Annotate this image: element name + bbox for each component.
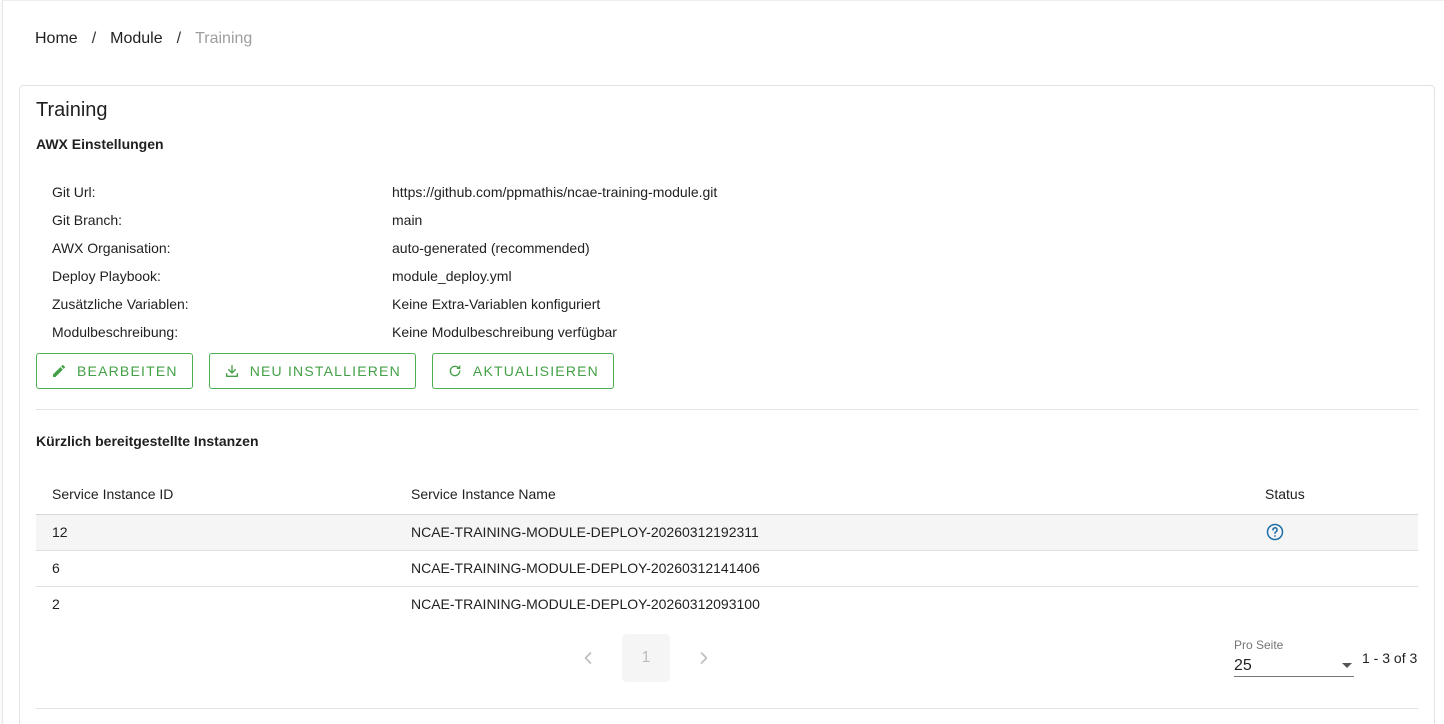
settings-key: Zusätzliche Variablen: <box>52 296 189 312</box>
settings-section-title: AWX Einstellungen <box>36 136 164 152</box>
per-page-label: Pro Seite <box>1234 638 1284 652</box>
breadcrumb-home[interactable]: Home <box>35 30 78 48</box>
download-icon <box>224 363 240 379</box>
settings-key: Git Branch: <box>52 212 123 228</box>
instances-table: Service Instance ID Service Instance Nam… <box>36 474 1418 622</box>
settings-key: AWX Organisation: <box>52 240 171 256</box>
settings-key: Git Url: <box>52 184 96 200</box>
table-row[interactable]: 2 NCAE-TRAINING-MODULE-DEPLOY-2026031209… <box>36 586 1418 622</box>
table-header-row: Service Instance ID Service Instance Nam… <box>36 474 1418 515</box>
settings-row-extra-variables: Zusätzliche Variablen: Keine Extra-Varia… <box>52 290 952 318</box>
per-page-value: 25 <box>1234 656 1252 674</box>
page-title: Training <box>36 99 108 121</box>
settings-row-deploy-playbook: Deploy Playbook: module_deploy.yml <box>52 262 952 290</box>
page-range-text: 1 - 3 of 3 <box>1362 650 1418 666</box>
reinstall-button-label: NEU INSTALLIEREN <box>249 363 401 379</box>
settings-row-module-description: Modulbeschreibung: Keine Modulbeschreibu… <box>52 318 952 346</box>
settings-row-git-url: Git Url: https://github.com/ppmathis/nca… <box>52 178 952 206</box>
section-divider <box>36 409 1418 410</box>
refresh-icon <box>447 363 463 379</box>
instances-section-title: Kürzlich bereitgestellte Instanzen <box>36 433 259 449</box>
pagination: 1 <box>576 634 716 682</box>
edit-button-label: BEARBEITEN <box>77 363 178 379</box>
breadcrumb-separator: / <box>176 30 182 47</box>
breadcrumb-separator: / <box>91 30 97 47</box>
prev-page-icon[interactable] <box>576 646 600 670</box>
app-frame: Home / Module / Training Training AWX Ei… <box>2 0 1444 724</box>
instance-id-cell: 12 <box>36 514 395 551</box>
instances-table-wrap: Service Instance ID Service Instance Nam… <box>36 474 1418 622</box>
per-page-select: Pro Seite 25 <box>1234 638 1354 677</box>
settings-row-awx-organisation: AWX Organisation: auto-generated (recomm… <box>52 234 952 262</box>
reinstall-button[interactable]: NEU INSTALLIEREN <box>208 353 416 389</box>
settings-value: main <box>392 212 423 228</box>
update-button-label: AKTUALISIEREN <box>472 363 599 379</box>
instance-id-cell: 2 <box>52 596 60 613</box>
instance-status-cell <box>1249 586 1418 622</box>
help-circle-icon[interactable] <box>1265 522 1285 542</box>
instance-name-cell: NCAE-TRAINING-MODULE-DEPLOY-202603120931… <box>411 596 760 613</box>
settings-value: Keine Modulbeschreibung verfügbar <box>392 324 617 340</box>
edit-button[interactable]: BEARBEITEN <box>36 353 193 389</box>
breadcrumb: Home / Module / Training <box>35 30 252 48</box>
instance-name-cell: NCAE-TRAINING-MODULE-DEPLOY-202603121923… <box>395 514 1249 551</box>
next-page-icon[interactable] <box>692 646 716 670</box>
column-header-name[interactable]: Service Instance Name <box>395 474 1249 515</box>
per-page-dropdown[interactable]: 25 <box>1234 655 1354 677</box>
settings-row-git-branch: Git Branch: main <box>52 206 952 234</box>
update-button[interactable]: AKTUALISIEREN <box>431 353 614 389</box>
settings-value: auto-generated (recommended) <box>392 240 590 256</box>
instance-status-cell <box>1249 514 1418 551</box>
column-header-status[interactable]: Status <box>1249 474 1418 515</box>
settings-key: Modulbeschreibung: <box>52 324 179 340</box>
chevron-down-icon <box>1342 663 1352 668</box>
settings-key: Deploy Playbook: <box>52 268 161 284</box>
instance-id-cell: 6 <box>36 550 395 587</box>
instance-name-cell: NCAE-TRAINING-MODULE-DEPLOY-202603121414… <box>395 550 1249 587</box>
pencil-icon <box>51 363 67 379</box>
table-row[interactable]: 6 NCAE-TRAINING-MODULE-DEPLOY-2026031214… <box>36 550 1418 587</box>
action-bar: BEARBEITEN NEU INSTALLIEREN AKTUALISIERE… <box>36 353 614 389</box>
breadcrumb-current: Training <box>195 30 253 47</box>
instance-status-cell <box>1249 550 1418 587</box>
page-number-button[interactable]: 1 <box>622 634 670 682</box>
settings-value: module_deploy.yml <box>392 268 512 284</box>
settings-list: Git Url: https://github.com/ppmathis/nca… <box>52 178 952 346</box>
table-row[interactable]: 12 NCAE-TRAINING-MODULE-DEPLOY-202603121… <box>36 514 1418 551</box>
module-card: Training AWX Einstellungen Git Url: http… <box>19 85 1435 724</box>
section-divider <box>36 708 1418 709</box>
settings-value: https://github.com/ppmathis/ncae-trainin… <box>392 184 718 200</box>
settings-value: Keine Extra-Variablen konfiguriert <box>392 296 601 312</box>
breadcrumb-module[interactable]: Module <box>110 30 162 48</box>
column-header-id[interactable]: Service Instance ID <box>36 474 395 515</box>
